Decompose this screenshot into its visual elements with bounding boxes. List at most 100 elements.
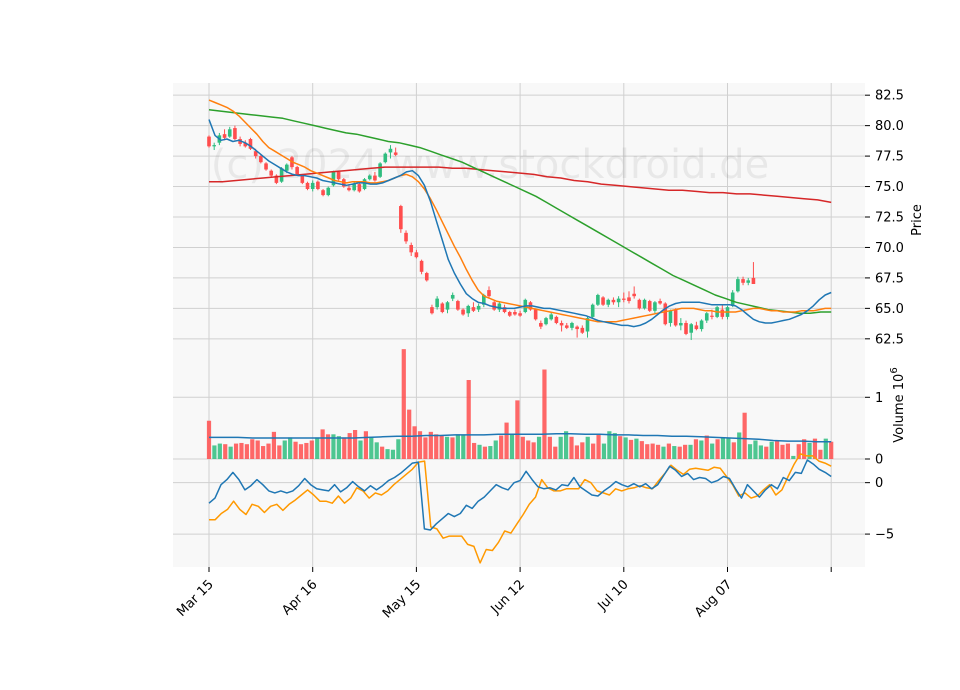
volume-bar [380,446,385,459]
volume-bar [547,436,552,459]
volume-bar [677,446,682,459]
candle-body [409,245,414,253]
volume-bar [704,435,709,459]
candle-body [393,152,398,155]
volume-bar [791,455,796,459]
candle-body [601,297,605,305]
volume-bar [277,445,282,459]
candle-body [616,298,621,303]
candle-body [419,260,424,272]
candle-body [450,294,455,299]
candle-body [347,187,351,191]
volume-axis-label: Volume 106 [889,367,907,442]
candle-body [611,299,616,303]
volume-bar [407,409,412,459]
price-tick-label: 65.0 [875,302,904,317]
volume-bar [358,440,363,459]
volume-bar [726,438,731,459]
candle-body [399,206,403,230]
volume-bar [758,445,763,459]
volume-bar [298,444,304,459]
x-tick-label: Jul 10 [595,577,632,614]
volume-bar [461,434,466,459]
volume-bar [645,444,650,459]
candle-body [679,322,683,326]
candle-body [326,187,331,196]
candle-body [559,322,564,326]
volume-bar [499,435,504,459]
volume-bar [304,442,309,459]
candle-body [367,175,372,180]
candle-body [658,301,662,304]
volume-bar [591,443,596,459]
candle-body [466,305,471,314]
candle-body [207,136,211,147]
candle-body [590,304,595,317]
candle-body [430,307,434,314]
candle-body [642,299,647,309]
candle-body [300,175,305,183]
candle-body [476,305,481,310]
volume-bar [385,449,390,459]
candle-body [227,129,232,137]
macd-panel [173,459,865,567]
volume-bar [450,437,455,459]
volume-bar [217,443,222,459]
candle-body [414,252,419,258]
candle-body [212,145,216,147]
candle-body [310,182,315,189]
x-tick-label: May 15 [380,577,424,621]
candle-body [487,290,491,297]
volume-bar [401,349,406,459]
candle-body [544,318,548,325]
candle-body [632,293,636,297]
volume-bar [580,442,585,459]
candle-body [295,167,299,175]
volume-bar [515,400,520,459]
volume-bar [482,446,488,459]
price-tick-label: 80.0 [875,119,904,134]
x-tick-label: Mar 15 [174,577,217,620]
candle-body [684,322,688,334]
candle-body [383,153,388,163]
macd-tick-label: −5 [875,528,894,543]
volume-bar [536,436,542,459]
volume-bar [472,442,477,459]
candle-body [596,294,600,305]
candle-body [424,273,429,281]
volume-bar [720,437,726,459]
volume-bar [363,431,369,459]
candle-body [751,277,756,284]
candle-body [373,175,377,181]
volume-bar [542,369,547,459]
volume-bar [347,433,352,459]
candle-body [305,182,310,189]
volume-bar [693,439,699,459]
volume-bar [612,433,617,459]
candle-body [378,163,382,177]
candle-body [404,232,408,242]
volume-bar [396,439,401,459]
candle-body [471,307,476,311]
volume-bar [206,420,212,459]
candle-body [435,298,439,308]
price-tick-label: 67.5 [875,271,904,286]
candle-body [362,179,367,189]
volume-bar [634,438,639,459]
volume-bar [228,446,233,459]
volume-bar [466,380,471,459]
volume-bar [710,443,715,459]
candle-body [606,299,611,305]
candle-body [222,134,227,138]
volume-bar [563,431,569,459]
candle-body [352,184,356,191]
volume-bar [526,440,531,459]
volume-bar [650,443,655,459]
volume-bar [293,441,298,459]
candle-body [513,312,517,315]
volume-bar [434,434,439,459]
price-tick-label: 77.5 [875,150,904,165]
volume-bar [239,442,244,459]
candle-body [653,302,657,311]
price-tick-label: 70.0 [875,241,904,256]
